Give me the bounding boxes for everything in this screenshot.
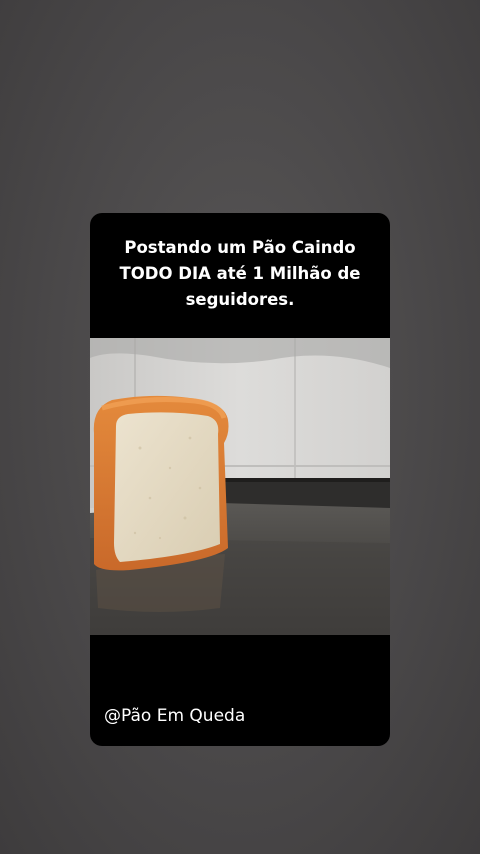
story-caption: Postando um Pão Caindo TODO DIA até 1 Mi… (90, 235, 390, 313)
bread-scene-image (90, 338, 390, 635)
caption-line-2: TODO DIA até 1 Milhão de (119, 264, 361, 283)
caption-line-1: Postando um Pão Caindo (124, 238, 356, 257)
caption-line-3: seguidores. (185, 290, 295, 309)
story-card[interactable]: Postando um Pão Caindo TODO DIA até 1 Mi… (90, 213, 390, 746)
video-frame[interactable] (90, 338, 390, 635)
account-handle[interactable]: @Pão Em Queda (104, 706, 245, 726)
